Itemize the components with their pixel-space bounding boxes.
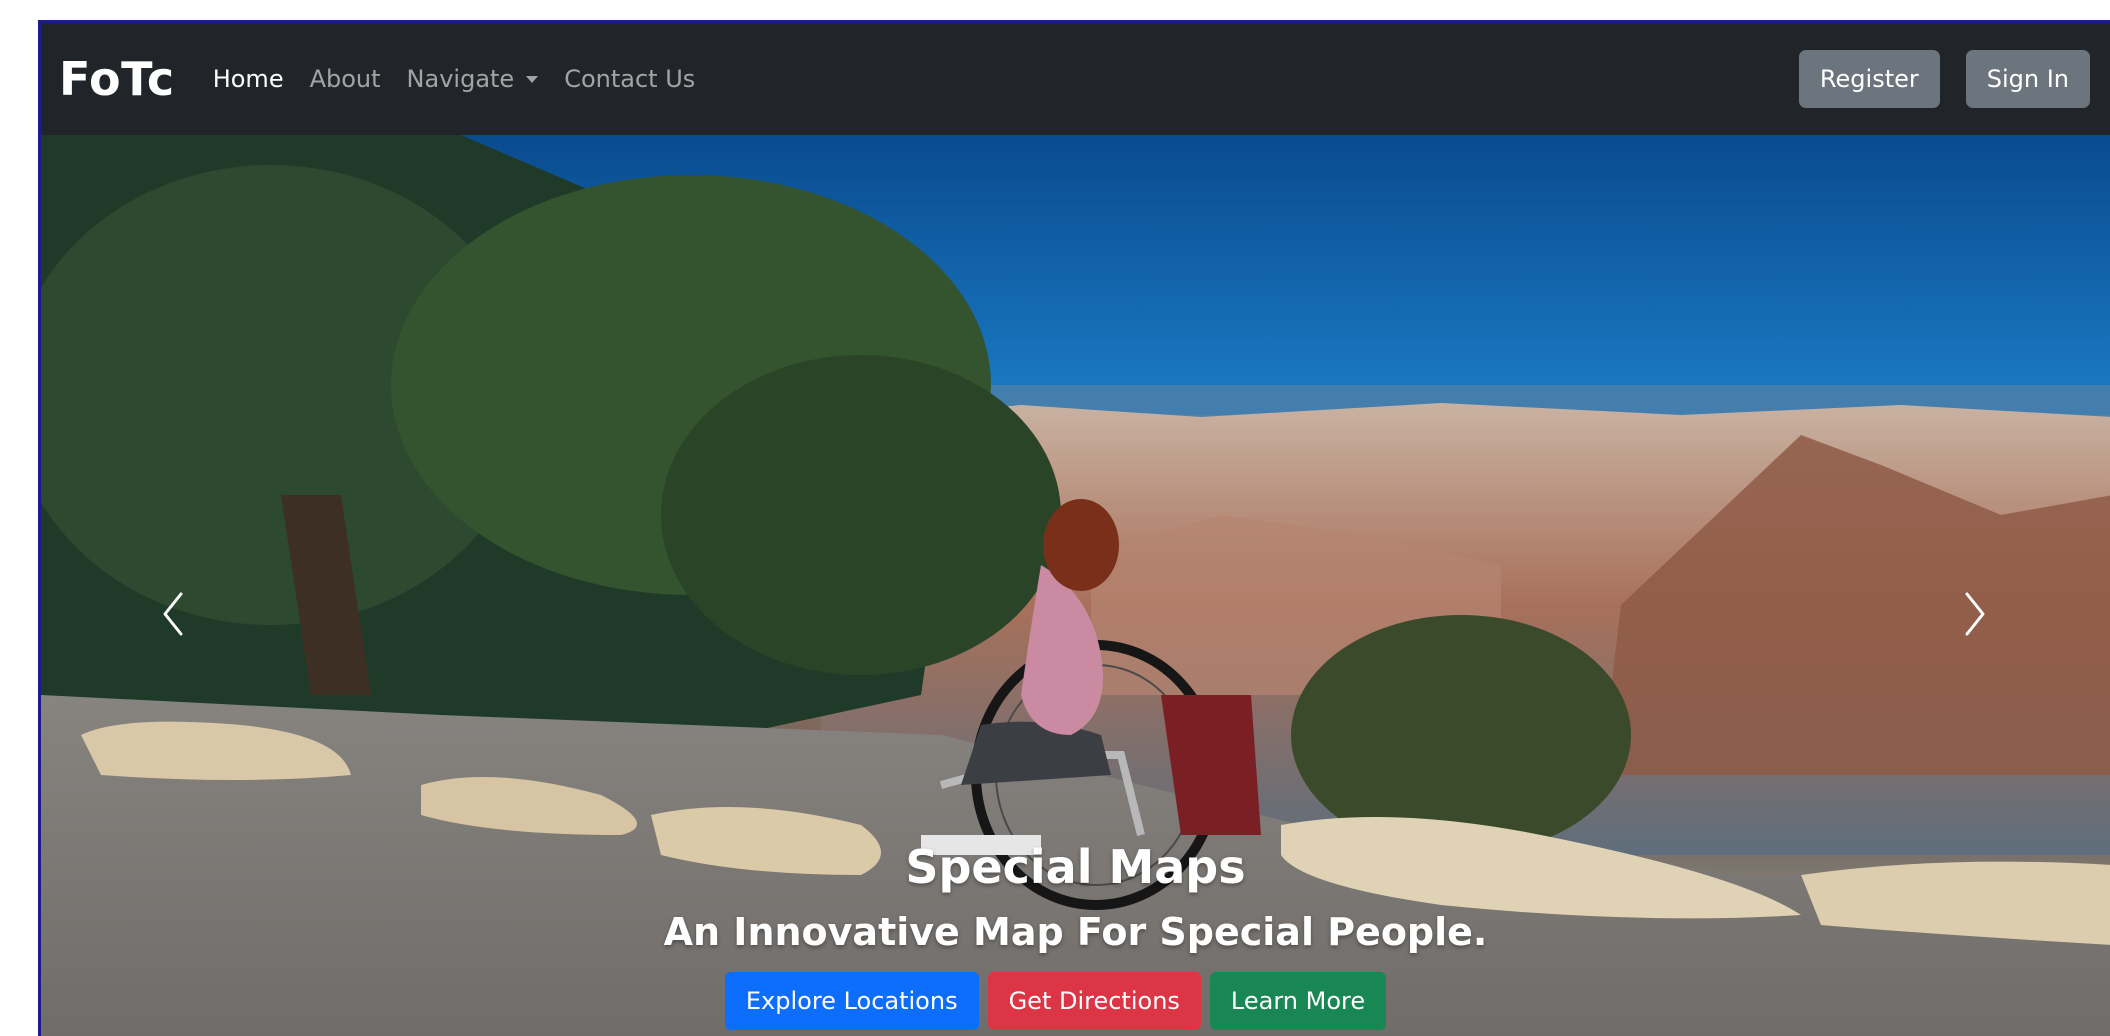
hero-image — [41, 135, 2110, 1036]
explore-locations-button[interactable]: Explore Locations — [724, 972, 979, 1030]
brand-logo[interactable]: FoTc — [59, 56, 175, 102]
browser-viewport: FoTc Home About Navigate Contact Us Regi… — [38, 20, 2110, 1036]
carousel-next-control[interactable] — [1961, 590, 2021, 670]
sign-in-button[interactable]: Sign In — [1965, 50, 2090, 108]
nav-link-about[interactable]: About — [310, 67, 381, 91]
get-directions-button[interactable]: Get Directions — [987, 972, 1201, 1030]
nav-link-contact[interactable]: Contact Us — [564, 67, 695, 91]
nav-links: Home About Navigate Contact Us — [213, 67, 696, 91]
caption-buttons: Explore Locations Get Directions Learn M… — [41, 972, 2110, 1030]
register-button[interactable]: Register — [1798, 50, 1940, 108]
hero-carousel: Special Maps An Innovative Map For Speci… — [41, 135, 2110, 1036]
carousel-prev-control[interactable] — [159, 590, 219, 670]
chevron-right-icon — [1965, 592, 1985, 636]
learn-more-button[interactable]: Learn More — [1209, 972, 1387, 1030]
carousel-caption-title: Special Maps — [905, 840, 1246, 894]
caret-down-icon — [526, 75, 539, 83]
carousel-caption-subtitle: An Innovative Map For Special People. — [663, 910, 1488, 954]
nav-dropdown-navigate-label: Navigate — [406, 65, 515, 93]
nav-dropdown-navigate[interactable]: Navigate — [407, 67, 539, 91]
nav-link-home[interactable]: Home — [213, 67, 284, 91]
chevron-left-icon — [163, 592, 183, 636]
top-navbar: FoTc Home About Navigate Contact Us Regi… — [41, 23, 2110, 135]
auth-buttons: Register Sign In — [1798, 50, 2090, 108]
